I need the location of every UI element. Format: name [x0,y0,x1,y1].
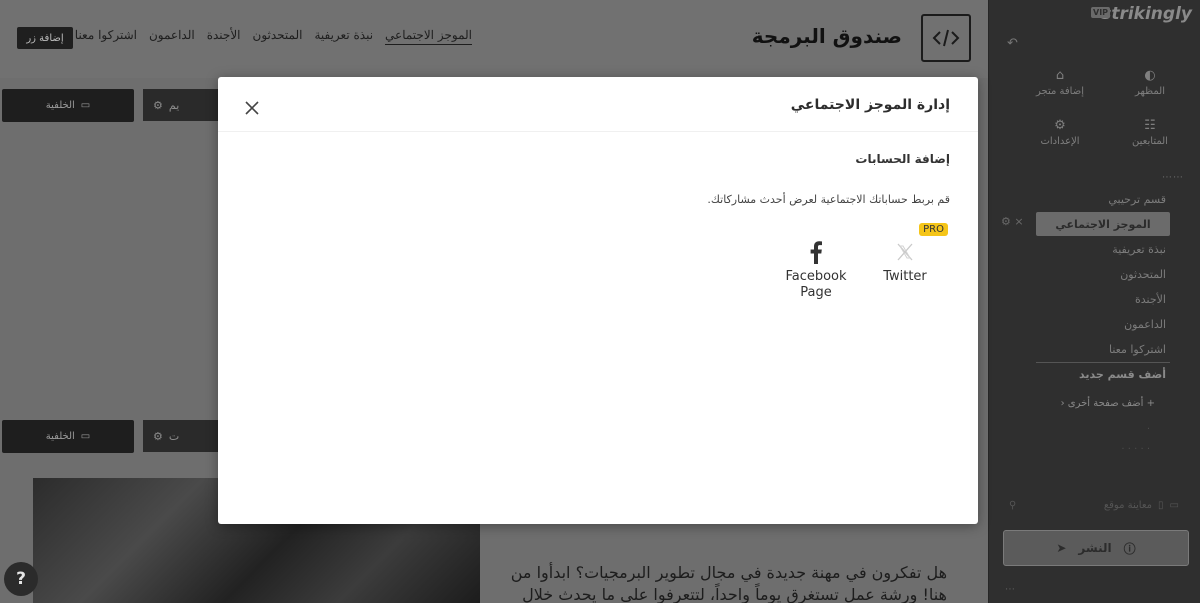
sidebar-section-about[interactable]: نبذة تعريفية [1112,243,1166,256]
desktop-icon[interactable]: ▭ [1170,500,1179,511]
sidebar-tile-design[interactable]: ◐ المظهر [1110,68,1190,97]
image-icon: ▭ [80,100,91,111]
gear-icon: ⚙ [153,429,163,443]
facebook-icon [810,241,822,264]
mobile-icon[interactable]: ▯ [1158,500,1164,511]
sidebar-tile-label: إضافة متجر [1036,86,1084,97]
people-icon: ☷ [1144,118,1156,133]
gear-icon: ⚙ [153,98,163,112]
nav-item-speakers[interactable]: المتحدثون [253,28,303,45]
nav-item-agenda[interactable]: الأجندة [207,28,241,45]
sidebar-tile-label: الإعدادات [1040,136,1080,147]
modal-divider [218,131,978,132]
gear-icon: ⚙ [1054,118,1066,133]
nav-item-subscribe[interactable]: اشتركوا معنا [75,28,137,45]
account-option-twitter[interactable]: Twitter [865,240,945,284]
style-control-top[interactable]: ⚙ يم [143,89,223,121]
sidebar-faint-line: · [1146,424,1150,435]
account-label: Page [800,285,832,300]
hero-text[interactable]: هل تفكرون في مهنة جديدة في مجال تطوير ال… [497,562,947,603]
sidebar-divider [1036,362,1170,363]
sidebar-section-agenda[interactable]: الأجندة [1135,293,1166,306]
social-feed-modal: إدارة الموجز الاجتماعي إضافة الحسابات قم… [218,77,978,524]
help-button[interactable]: ? [4,562,38,596]
account-option-facebook[interactable]: Facebook Page [776,240,856,300]
style-label: ت [168,429,180,443]
site-nav: الموجز الاجتماعي نبذة تعريفية المتحدثون … [75,28,472,45]
background-label: الخلفية [45,431,75,442]
publish-button[interactable]: ⓘ النشر ➤ [1003,530,1189,566]
account-label: Facebook [785,269,847,284]
nav-item-sponsors[interactable]: الداعمون [149,28,195,45]
publish-label: النشر [1078,541,1112,555]
close-icon [245,101,259,115]
sidebar-divider-dots: ⋯⋯ [1162,172,1184,183]
info-icon: ⓘ [1123,541,1136,556]
close-icon[interactable]: × [1014,215,1023,228]
sidebar-section-social-feed[interactable]: الموجز الاجتماعي [1036,212,1170,236]
sidebar-tile-settings[interactable]: ⚙ الإعدادات [1020,118,1100,147]
sidebar-tile-store[interactable]: ⌂ إضافة متجر [1020,68,1100,97]
add-accounts-description: قم بربط حساباتك الاجتماعية لعرض أحدث مشا… [707,193,950,206]
preview-label: معاينة موقع [1103,500,1153,511]
nav-item-about[interactable]: نبذة تعريفية [314,28,373,45]
background-control-top[interactable]: الخلفية ▭ [2,89,134,122]
sidebar-section-welcome[interactable]: قسم ترحيبي [1108,193,1166,206]
chevron-left-icon: ‹ [1060,398,1065,409]
site-header: إضافة زر الموجز الاجتماعي نبذة تعريفية ا… [0,0,988,78]
sidebar-preview-bar[interactable]: ▭ ▯ معاينة موقع ⚲ [1009,500,1179,511]
plus-icon: + [1146,398,1155,409]
code-brackets-icon [932,29,960,47]
sidebar-section-speakers[interactable]: المتحدثون [1120,268,1166,281]
sidebar-tile-label: المظهر [1135,86,1165,97]
add-page-label: أضف صفحة أخرى [1067,398,1144,409]
palette-icon: ◐ [1144,68,1156,83]
sidebar-tile-followers[interactable]: ☷ المتابعين [1110,118,1190,147]
nav-item-social-feed[interactable]: الموجز الاجتماعي [385,28,472,45]
rocket-icon: ➤ [1056,541,1067,555]
gear-icon[interactable]: ⚙ [1001,215,1011,228]
strikingly-logo: strikingly [1101,4,1192,24]
search-icon[interactable]: ⚲ [1009,500,1016,511]
add-page-button[interactable]: + أضف صفحة أخرى ‹ [1061,398,1155,409]
add-section-button[interactable]: أضف قسم جديد [1079,368,1166,381]
editor-sidebar: strikingly VIP ↶ ◐ المظهر ⌂ إضافة متجر ☷… [988,0,1200,603]
image-icon: ▭ [80,431,91,442]
close-button[interactable] [242,98,262,118]
site-brand-title[interactable]: صندوق البرمجة [752,24,902,48]
background-label: الخلفية [45,100,75,111]
style-label: يم [168,98,180,112]
sidebar-tile-label: المتابعين [1132,136,1168,147]
add-button[interactable]: إضافة زر [17,27,73,49]
background-control-bottom[interactable]: الخلفية ▭ [2,420,134,453]
sidebar-section-sponsors[interactable]: الداعمون [1124,318,1166,331]
modal-title: إدارة الموجز الاجتماعي [790,97,950,113]
undo-icon[interactable]: ↶ [1007,36,1018,51]
account-label: Twitter [883,269,927,284]
sidebar-more-icon[interactable]: ⋯ [1005,584,1015,595]
vip-badge: VIP [1091,7,1111,18]
add-accounts-heading: إضافة الحسابات [855,152,950,166]
code-logo-icon[interactable] [921,14,971,62]
pro-badge: PRO [919,223,948,236]
store-icon: ⌂ [1055,68,1065,83]
style-control-bottom[interactable]: ⚙ ت [143,420,223,452]
twitter-icon [897,243,913,261]
section-tools: ⚙ × [1001,215,1024,228]
sidebar-section-subscribe[interactable]: اشتركوا معنا [1109,343,1166,356]
sidebar-faint-line: · · · · · [1121,444,1150,455]
